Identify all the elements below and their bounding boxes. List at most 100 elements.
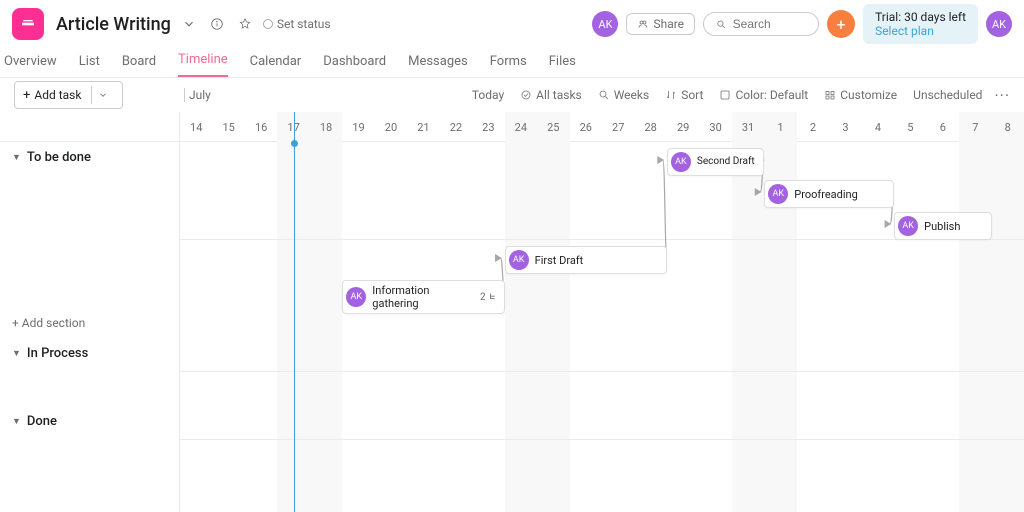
date-column: 6 [927,112,959,142]
quick-add-button[interactable]: + [827,10,855,38]
assignee-avatar: AK [898,216,918,236]
date-column: 30 [699,112,731,142]
member-avatar[interactable]: AK [592,11,618,37]
tab-messages[interactable]: Messages [408,54,468,77]
section-header[interactable]: ▼In Process [0,338,180,369]
color-icon [719,89,731,101]
tab-calendar[interactable]: Calendar [250,54,302,77]
today-marker [294,112,295,512]
date-column: 24 [505,112,537,142]
section-row: ▼In Process [180,338,1024,372]
tab-files[interactable]: Files [549,54,576,77]
month-label: July [184,88,211,102]
date-column: 4 [862,112,894,142]
date-column: 29 [667,112,699,142]
date-column: 16 [245,112,277,142]
task-name: Publish [924,220,960,233]
sections: ▼To be done▼In Process▼Done+ Add section… [180,142,1024,512]
add-task-dropdown[interactable] [91,86,114,104]
date-column: 7 [959,112,991,142]
search-input[interactable] [733,17,806,31]
section-row: ▼Done [180,406,1024,440]
check-circle-icon [520,89,532,101]
share-label: Share [653,17,684,31]
sort-icon [665,89,677,101]
more-menu-icon[interactable]: ··· [990,86,1014,105]
zoom-weeks-button[interactable]: Weeks [590,88,657,102]
timeline-toolbar: + Add task July Today All tasks Weeks So… [0,78,1024,112]
customize-icon [824,89,836,101]
tab-dashboard[interactable]: Dashboard [323,54,386,77]
date-column: 8 [992,112,1024,142]
date-column: 22 [440,112,472,142]
date-column: 19 [342,112,374,142]
star-icon[interactable] [235,14,255,34]
trial-banner: Trial: 30 days left Select plan [863,4,978,44]
date-column: 27 [602,112,634,142]
assignee-avatar: AK [671,152,691,172]
sort-button[interactable]: Sort [657,88,711,102]
assignee-avatar: AK [768,184,788,204]
task-bar[interactable]: AK Publish [894,212,991,240]
info-icon[interactable] [207,14,227,34]
tab-timeline[interactable]: Timeline [178,52,228,77]
chevron-down-icon: ▼ [12,416,21,427]
date-column: 2 [797,112,829,142]
today-button[interactable]: Today [464,88,512,102]
project-icon [12,8,44,40]
project-chevron-icon[interactable] [179,14,199,34]
tab-list[interactable]: List [79,54,100,77]
task-name: Proofreading [794,188,858,201]
project-title: Article Writing [56,14,171,35]
user-avatar[interactable]: AK [986,11,1012,37]
tab-forms[interactable]: Forms [490,54,527,77]
date-header: 1415161718192021222324252627282930311234… [180,112,1024,142]
date-column: 1 [764,112,796,142]
task-name: Information gathering [372,284,474,310]
date-column: 23 [472,112,504,142]
date-column: 31 [732,112,764,142]
all-tasks-button[interactable]: All tasks [512,88,590,102]
date-column: 14 [180,112,212,142]
assignee-avatar: AK [509,250,529,270]
date-column: 21 [407,112,439,142]
search-icon [716,18,727,31]
tab-overview[interactable]: Overview [4,54,57,77]
date-column: 15 [212,112,244,142]
magnify-icon [598,89,610,101]
assignee-avatar: AK [346,287,366,307]
timeline-grid[interactable]: 1415161718192021222324252627282930311234… [180,112,1024,512]
date-column: 20 [375,112,407,142]
tab-board[interactable]: Board [122,54,156,77]
task-bar[interactable]: AK First Draft [505,246,667,274]
task-name: First Draft [535,254,584,267]
section-header[interactable]: ▼ Done [0,406,180,437]
subtask-count: 2 [480,292,498,303]
chevron-down-icon: ▼ [12,348,21,359]
date-column: 5 [894,112,926,142]
timeline-view: 1415161718192021222324252627282930311234… [0,112,1024,512]
search-box[interactable] [703,12,819,36]
date-column: 18 [310,112,342,142]
task-bar[interactable]: AK Proofreading [764,180,894,208]
customize-button[interactable]: Customize [816,88,905,102]
section-header[interactable]: ▼ To be done [0,142,180,173]
select-plan-link[interactable]: Select plan [875,24,966,38]
date-column: 28 [634,112,666,142]
section-name: Done [27,414,57,429]
task-bar[interactable]: AK Second Draft [667,148,764,176]
add-task-button[interactable]: + Add task [14,81,123,109]
task-name: Second Draft [697,157,755,168]
add-task-label: Add task [34,88,81,102]
section-name: To be done [27,150,91,165]
date-column: 3 [829,112,861,142]
share-button[interactable]: Share [626,13,695,35]
unscheduled-button[interactable]: Unscheduled [905,88,990,102]
app-header: Article Writing Set status AK Share + Tr… [0,0,1024,48]
color-button[interactable]: Color: Default [711,88,816,102]
status-dot-icon [263,19,273,29]
add-section-button[interactable]: + Add section [0,308,180,338]
chevron-down-icon: ▼ [12,152,21,163]
task-bar[interactable]: AK Information gathering 2 [342,280,504,314]
set-status-button[interactable]: Set status [263,17,331,31]
